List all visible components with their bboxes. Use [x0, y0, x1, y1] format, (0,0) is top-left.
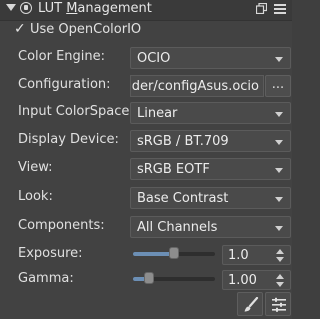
exposure-slider[interactable] — [133, 247, 215, 259]
brush-icon — [244, 297, 259, 312]
exposure-slider-fill — [133, 252, 174, 256]
gamma-slider[interactable] — [133, 272, 215, 284]
spin-up-icon[interactable] — [276, 249, 284, 254]
chevron-down-icon — [275, 140, 283, 145]
view-value: sRGB EOTF — [137, 162, 210, 177]
browse-config-button[interactable]: ... — [265, 75, 291, 97]
input-colorspace-label: Input ColorSpace: — [18, 104, 134, 119]
configuration-path-value: nder/configAsus.ocio — [130, 79, 259, 94]
view-label: View: — [18, 160, 53, 175]
look-select[interactable]: Base Contrast — [130, 187, 291, 209]
panel-title-prefix: LUT — [38, 1, 67, 16]
configuration-label: Configuration: — [18, 77, 111, 92]
color-engine-label: Color Engine: — [18, 49, 106, 64]
look-label: Look: — [18, 189, 53, 204]
exposure-spinbox[interactable]: 1.0 — [222, 245, 291, 265]
gamma-slider-handle[interactable] — [144, 272, 155, 284]
triangle-down-icon[interactable] — [6, 4, 16, 11]
spin-up-icon[interactable] — [276, 274, 284, 279]
settings-button[interactable] — [265, 292, 291, 316]
spin-down-icon[interactable] — [276, 257, 284, 262]
lut-management-panel: LUT Management ✓ Use OpenColorIO Color E… — [0, 0, 292, 319]
color-engine-value: OCIO — [137, 51, 171, 66]
lock-circle-icon — [20, 2, 32, 14]
display-device-label: Display Device: — [18, 132, 119, 147]
grip-close-icon[interactable] — [274, 3, 286, 15]
color-engine-select[interactable]: OCIO — [130, 47, 291, 69]
exposure-value: 1.0 — [228, 248, 249, 263]
exposure-label: Exposure: — [18, 246, 83, 261]
chevron-down-icon — [275, 226, 283, 231]
use-ocio-label: Use OpenColorIO — [30, 22, 142, 37]
chevron-down-icon — [275, 168, 283, 173]
gamma-spinbox[interactable]: 1.00 — [222, 270, 291, 290]
brush-button[interactable] — [237, 292, 263, 316]
panel-title-rest: anagement — [77, 1, 152, 16]
view-select[interactable]: sRGB EOTF — [130, 158, 291, 180]
sliders-menu-icon — [272, 297, 286, 312]
gamma-label: Gamma: — [18, 271, 74, 286]
display-device-value: sRGB / BT.709 — [137, 134, 229, 149]
components-value: All Channels — [137, 220, 218, 235]
chevron-down-icon — [275, 197, 283, 202]
panel-title: LUT Management — [38, 1, 152, 16]
gamma-value: 1.00 — [228, 273, 257, 288]
components-select[interactable]: All Channels — [130, 216, 291, 238]
float-window-icon[interactable] — [256, 3, 267, 14]
panel-header: LUT Management — [0, 0, 292, 21]
components-label: Components: — [18, 218, 105, 233]
chevron-down-icon — [275, 112, 283, 117]
spin-down-icon[interactable] — [276, 282, 284, 287]
display-device-select[interactable]: sRGB / BT.709 — [130, 130, 291, 152]
panel-title-mnemonic: M — [66, 1, 78, 16]
input-colorspace-value: Linear — [137, 106, 178, 121]
exposure-slider-handle[interactable] — [169, 247, 179, 259]
input-colorspace-select[interactable]: Linear — [130, 102, 291, 124]
checkmark-icon: ✓ — [14, 21, 26, 37]
chevron-down-icon — [275, 57, 283, 62]
look-value: Base Contrast — [137, 191, 229, 206]
configuration-path-field[interactable]: nder/configAsus.ocio — [130, 75, 264, 97]
